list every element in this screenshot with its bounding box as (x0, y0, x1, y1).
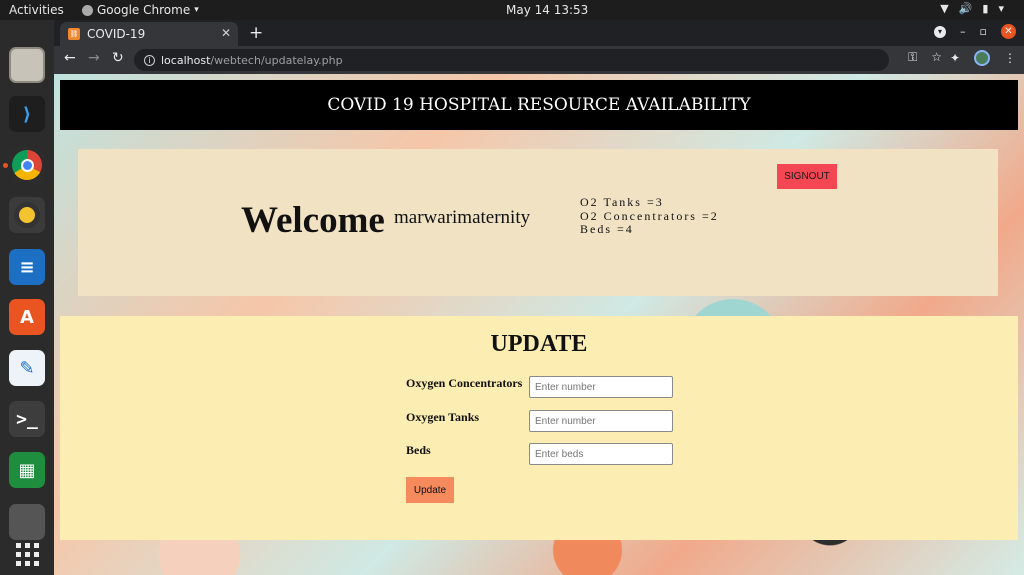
resource-stats: O2 Tanks =3 O2 Concentrators =2 Beds =4 (580, 195, 719, 237)
stat-o2-tanks: O2 Tanks =3 (580, 195, 664, 209)
menu-kebab-icon[interactable]: ⋮ (1004, 51, 1016, 65)
welcome-panel: SIGNOUT Welcome marwarimaternity O2 Tank… (78, 149, 998, 296)
extensions-icon[interactable]: ✦ (950, 51, 960, 65)
oxygen-tanks-input[interactable] (529, 410, 673, 432)
close-window-icon[interactable]: ✕ (1001, 24, 1016, 39)
welcome-heading: Welcome (241, 200, 385, 241)
app-menu[interactable]: Google Chrome ▾ (82, 3, 199, 17)
oxygen-concentrators-label: Oxygen Concentrators (406, 376, 523, 390)
browser-toolbar: ← → ↻ i localhost/webtech/updatelay.php … (54, 46, 1024, 74)
beds-label: Beds (406, 443, 431, 457)
beds-input[interactable] (529, 443, 673, 465)
activities-button[interactable]: Activities (9, 3, 64, 17)
terminal-icon[interactable]: >_ (9, 401, 45, 437)
tray-caret-icon: ▾ (998, 2, 1004, 15)
omnibox-actions: ⚿ ☆ (908, 50, 942, 65)
stat-beds: Beds =4 (580, 222, 634, 236)
chrome-mini-icon (82, 4, 93, 16)
update-button[interactable]: Update (406, 477, 454, 503)
rhythmbox-icon[interactable] (9, 197, 45, 233)
forward-icon[interactable]: → (88, 50, 100, 66)
tab-strip: ⛓ COVID-19 ✕ + ▾ – ▫ ✕ (54, 20, 1024, 46)
oxygen-concentrators-input[interactable] (529, 376, 673, 398)
system-tray[interactable]: ▼ 🔊 ▮ ▾ (940, 2, 1004, 15)
wifi-icon: ▼ (940, 2, 949, 15)
text-editor-icon[interactable]: ✎ (9, 350, 45, 386)
username: marwarimaternity (394, 207, 531, 228)
signout-button[interactable]: SIGNOUT (777, 164, 837, 189)
trash-icon[interactable] (9, 504, 45, 540)
browser-window: ⛓ COVID-19 ✕ + ▾ – ▫ ✕ ← → ↻ i localhost… (54, 20, 1024, 575)
files-icon[interactable] (9, 47, 45, 83)
tab-covid[interactable]: ⛓ COVID-19 ✕ (60, 22, 238, 46)
bookmark-star-icon[interactable]: ☆ (931, 50, 942, 65)
maximize-icon[interactable]: ▫ (980, 25, 987, 38)
back-icon[interactable]: ← (64, 50, 76, 66)
stat-o2-concentrators: O2 Concentrators =2 (580, 208, 719, 223)
url-host: localhost (161, 53, 211, 67)
url-path: /webtech/updatelay.php (210, 53, 343, 67)
reload-icon[interactable]: ↻ (112, 50, 124, 66)
page-header: COVID 19 HOSPITAL RESOURCE AVAILABILITY (60, 80, 1018, 130)
tab-title: COVID-19 (87, 27, 146, 41)
tab-search-icon[interactable]: ▾ (934, 25, 947, 38)
page-viewport: COVID 19 HOSPITAL RESOURCE AVAILABILITY … (54, 74, 1024, 575)
new-tab-icon[interactable]: + (249, 23, 263, 43)
window-controls: ▾ – ▫ ✕ (934, 24, 1016, 39)
show-apps-icon[interactable] (9, 536, 45, 572)
favicon-icon: ⛓ (68, 28, 80, 40)
oxygen-tanks-label: Oxygen Tanks (406, 410, 480, 424)
update-title: UPDATE (490, 331, 588, 357)
clock[interactable]: May 14 13:53 (506, 3, 588, 17)
address-bar[interactable]: i localhost/webtech/updatelay.php (134, 49, 889, 71)
software-store-icon[interactable]: A (9, 299, 45, 335)
calc-icon[interactable]: ▦ (9, 452, 45, 488)
vscode-icon[interactable]: ⟩ (9, 96, 45, 132)
key-icon[interactable]: ⚿ (908, 50, 917, 65)
update-panel: UPDATE Oxygen Concentrators Oxygen Tanks… (60, 316, 1018, 540)
dock: ⟩ ≡ A ✎ >_ ▦ (0, 20, 54, 575)
caret-down-icon: ▾ (194, 5, 199, 15)
profile-avatar[interactable] (974, 50, 990, 66)
minimize-icon[interactable]: – (960, 25, 966, 38)
active-indicator (3, 163, 8, 168)
toolbar-actions: ✦ ⋮ (950, 50, 1016, 66)
close-tab-icon[interactable]: ✕ (221, 26, 231, 40)
volume-icon: 🔊 (958, 2, 973, 15)
system-top-bar: Activities Google Chrome ▾ May 14 13:53 … (0, 0, 1024, 20)
site-info-icon[interactable]: i (144, 54, 155, 66)
app-menu-label: Google Chrome (97, 3, 191, 17)
battery-icon: ▮ (982, 2, 989, 15)
writer-icon[interactable]: ≡ (9, 249, 45, 285)
chrome-icon[interactable] (9, 147, 45, 183)
